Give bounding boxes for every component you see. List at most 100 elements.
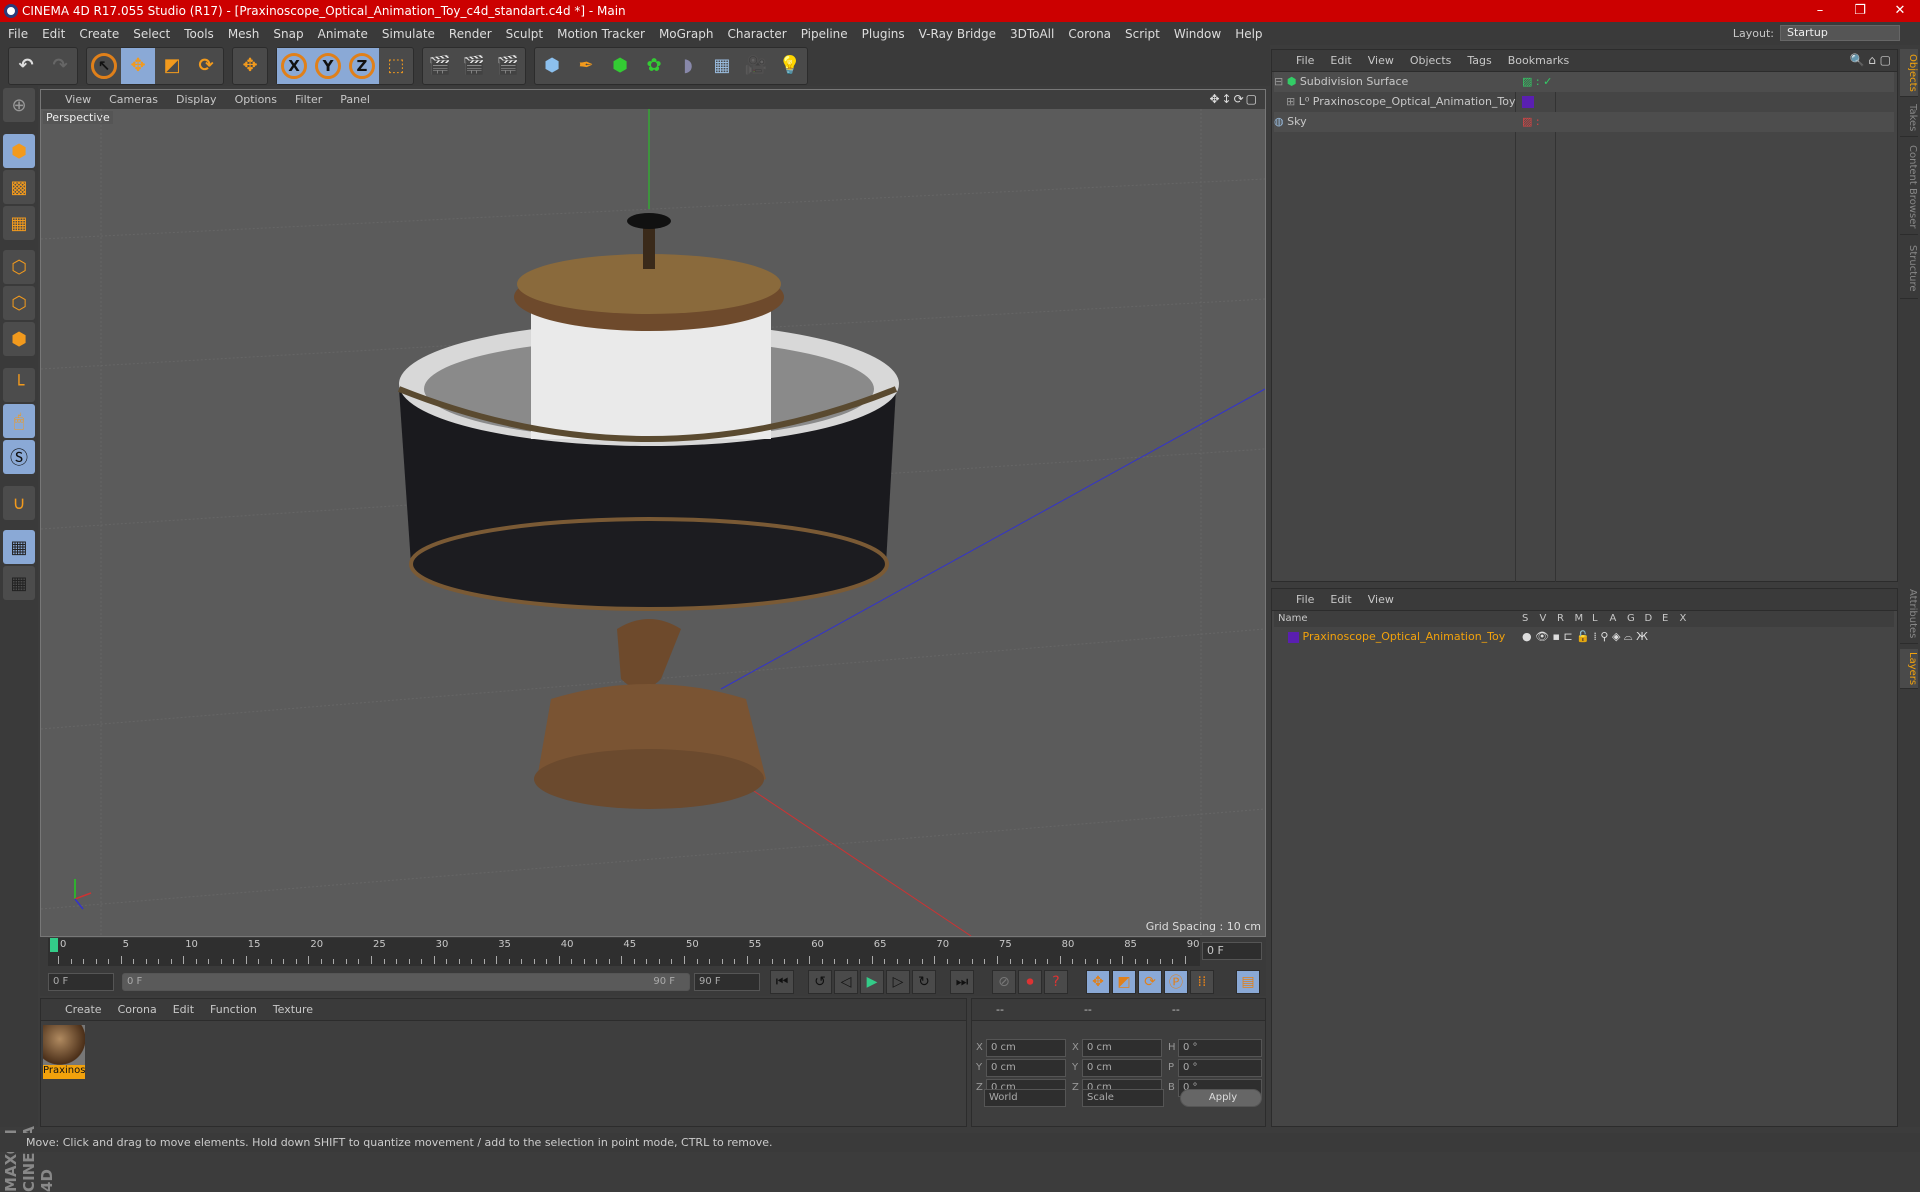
object-menu-file[interactable]: File: [1296, 54, 1314, 67]
layout-selector[interactable]: Layout: Startup: [1733, 25, 1900, 41]
auto-keying-button[interactable]: ⏺: [1018, 970, 1042, 994]
object-menu-objects[interactable]: Objects: [1410, 54, 1452, 67]
apply-button[interactable]: Apply: [1180, 1089, 1262, 1107]
render-settings-button[interactable]: 🎬: [491, 48, 525, 84]
menu-plugins[interactable]: Plugins: [862, 27, 905, 41]
scale-tool-button[interactable]: ◩: [155, 48, 189, 84]
live-move-button[interactable]: ✥: [233, 48, 267, 84]
coord-size-field[interactable]: 0 cm: [1082, 1059, 1162, 1077]
menu-pipeline[interactable]: Pipeline: [801, 27, 848, 41]
undo-button[interactable]: ↶: [9, 48, 43, 84]
layer-row[interactable]: Praxinoscope_Optical_Animation_Toy ● 👁 ▪ …: [1274, 627, 1894, 647]
menu-motion-tracker[interactable]: Motion Tracker: [557, 27, 645, 41]
snap-icon[interactable]: Ⓢ: [3, 440, 35, 474]
coord-position-field[interactable]: 0 cm: [986, 1039, 1066, 1057]
menu-select[interactable]: Select: [133, 27, 170, 41]
axis-mode-icon[interactable]: └: [3, 368, 35, 402]
object-menu-edit[interactable]: Edit: [1330, 54, 1351, 67]
prev-frame-button[interactable]: ◁: [834, 970, 858, 994]
timeline-window-button[interactable]: ▤: [1236, 970, 1260, 994]
render-view-button[interactable]: 🎬: [423, 48, 457, 84]
layer-column-name[interactable]: Name: [1278, 611, 1308, 627]
layer-menu-edit[interactable]: Edit: [1330, 593, 1351, 606]
go-to-start-button[interactable]: ⏮: [770, 970, 794, 994]
menu-file[interactable]: File: [8, 27, 28, 41]
end-frame-field[interactable]: 90 F: [694, 973, 760, 991]
floor-scene-icon[interactable]: ▦: [705, 48, 739, 84]
z-axis-button[interactable]: Z: [345, 47, 379, 84]
object-row-subdivision-surface[interactable]: ⊟ ⬢ Subdivision Surface ▨ : ✓: [1274, 72, 1894, 92]
layer-column-v[interactable]: V: [1540, 611, 1547, 627]
layer-column-g[interactable]: G: [1627, 611, 1635, 627]
layer-menu-view[interactable]: View: [1368, 593, 1394, 606]
key-scale-button[interactable]: ◩: [1112, 970, 1136, 994]
restore-button[interactable]: ❐: [1840, 0, 1880, 22]
menu-render[interactable]: Render: [449, 27, 492, 41]
start-frame-field[interactable]: 0 F: [48, 973, 114, 991]
material-menu-corona[interactable]: Corona: [118, 1003, 157, 1016]
magnet-icon[interactable]: ∪: [3, 486, 35, 520]
object-menu-bookmarks[interactable]: Bookmarks: [1508, 54, 1569, 67]
current-frame-field[interactable]: 0 F: [1202, 942, 1262, 960]
locked-workplane-icon[interactable]: ▦: [3, 530, 35, 564]
play-button[interactable]: ▶: [860, 970, 884, 994]
model-mode-icon[interactable]: ⬢: [3, 134, 35, 168]
move-tool-button[interactable]: ✥: [121, 47, 155, 84]
edges-mode-icon[interactable]: ⬡: [3, 286, 35, 320]
object-search-icon[interactable]: 🔍 ⌂ ▢: [1849, 53, 1891, 67]
material-menu-create[interactable]: Create: [65, 1003, 102, 1016]
layer-column-m[interactable]: M: [1575, 611, 1584, 627]
menu-mesh[interactable]: Mesh: [228, 27, 260, 41]
next-frame-button[interactable]: ▷: [886, 970, 910, 994]
coordinate-system-button[interactable]: ⬚: [379, 48, 413, 84]
menu-character[interactable]: Character: [727, 27, 786, 41]
scale-dropdown[interactable]: Scale: [1082, 1089, 1164, 1107]
object-row-sky[interactable]: ◍ Sky ▨ :: [1274, 112, 1894, 132]
menu-simulate[interactable]: Simulate: [382, 27, 435, 41]
x-axis-button[interactable]: X: [277, 47, 311, 84]
object-menu-view[interactable]: View: [1368, 54, 1394, 67]
menu-v-ray-bridge[interactable]: V-Ray Bridge: [919, 27, 996, 41]
world-dropdown[interactable]: World: [984, 1089, 1066, 1107]
material-item[interactable]: Praxinos: [43, 1025, 85, 1081]
redo-button[interactable]: ↷: [43, 48, 77, 84]
coord-position-field[interactable]: 0 cm: [986, 1059, 1066, 1077]
viewport-menu-filter[interactable]: Filter: [295, 93, 322, 106]
layer-column-l[interactable]: L: [1592, 611, 1598, 627]
layer-column-r[interactable]: R: [1557, 611, 1564, 627]
coord-size-field[interactable]: 0 cm: [1082, 1039, 1162, 1057]
viewport-menu-display[interactable]: Display: [176, 93, 217, 106]
next-key-button[interactable]: ↻: [912, 970, 936, 994]
y-axis-button[interactable]: Y: [311, 47, 345, 84]
material-menu-texture[interactable]: Texture: [273, 1003, 313, 1016]
key-parameter-button[interactable]: Ⓟ: [1164, 970, 1188, 994]
go-to-end-button[interactable]: ⏭: [950, 970, 974, 994]
tab-objects[interactable]: Objects: [1900, 49, 1918, 97]
layer-column-x[interactable]: X: [1680, 611, 1687, 627]
make-editable-icon[interactable]: ⊕: [3, 88, 35, 122]
menu-sculpt[interactable]: Sculpt: [506, 27, 543, 41]
menu-tools[interactable]: Tools: [184, 27, 214, 41]
layer-menu-file[interactable]: File: [1296, 593, 1314, 606]
rotate-tool-button[interactable]: ⟳: [189, 48, 223, 84]
menu-mograph[interactable]: MoGraph: [659, 27, 714, 41]
viewport-perspective[interactable]: View Cameras Display Options Filter Panel ✥↕⟳…: [40, 89, 1266, 937]
viewport-menu-panel[interactable]: Panel: [340, 93, 370, 106]
range-slider[interactable]: 0 F 90 F: [122, 973, 690, 991]
key-rotation-button[interactable]: ⟳: [1138, 970, 1162, 994]
tab-structure[interactable]: Structure: [1900, 239, 1918, 299]
keyframe-selection-button[interactable]: ?: [1044, 970, 1068, 994]
menu-script[interactable]: Script: [1125, 27, 1160, 41]
points-mode-icon[interactable]: ⬡: [3, 250, 35, 284]
playhead[interactable]: [50, 938, 58, 952]
viewport-menu-view[interactable]: View: [65, 93, 91, 106]
object-menu-tags[interactable]: Tags: [1467, 54, 1491, 67]
layer-column-s[interactable]: S: [1522, 611, 1528, 627]
pen-spline-icon[interactable]: ✒: [569, 48, 603, 84]
material-menu-edit[interactable]: Edit: [173, 1003, 194, 1016]
key-position-button[interactable]: ✥: [1086, 970, 1110, 994]
tab-content-browser[interactable]: Content Browser: [1900, 139, 1918, 235]
texture-mode-icon[interactable]: ▩: [3, 170, 35, 204]
polygons-mode-icon[interactable]: ⬢: [3, 322, 35, 356]
timeline-ruler[interactable]: 0 5 10 15 20 25 30 35 40 45 50 55 60 65 70 75 80 85 90: [48, 938, 1200, 966]
